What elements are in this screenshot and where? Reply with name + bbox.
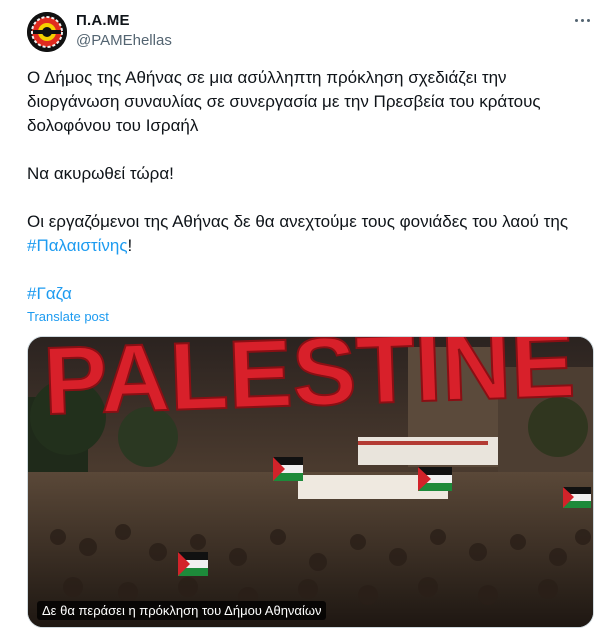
author-avatar[interactable] [27, 12, 67, 52]
tweet-paragraph-3-text: Οι εργαζόμενοι της Αθήνας δε θα ανεχτούμ… [27, 212, 573, 231]
author-handle[interactable]: @PAMEhellas [76, 32, 172, 49]
tweet-media-image[interactable]: PALESTINE [27, 336, 594, 628]
protest-photo: PALESTINE [28, 337, 593, 627]
hashtag-palestine-link[interactable]: #Παλαιστίνης [27, 236, 128, 255]
author-display-name[interactable]: Π.Α.ΜΕ [76, 12, 130, 29]
tweet-paragraph-3-end: ! [127, 236, 133, 255]
tweet-text: Ο Δήμος της Αθήνας σε μια ασύλληπτη πρόκ… [27, 66, 592, 306]
more-horizontal-icon[interactable] [570, 8, 594, 32]
tweet-paragraph-3: Οι εργαζόμενοι της Αθήνας δε θα ανεχτούμ… [27, 210, 592, 258]
hashtag-gaza-link[interactable]: #Γαζα [27, 284, 72, 303]
tweet-paragraph-2: Να ακυρωθεί τώρα! [27, 164, 174, 183]
tweet-paragraph-1: Ο Δήμος της Αθήνας σε μια ασύλληπτη πρόκ… [27, 68, 546, 135]
translate-post-link[interactable]: Translate post [27, 309, 109, 324]
pame-logo-icon [27, 12, 67, 52]
media-caption: Δε θα περάσει η πρόκληση του Δήμου Αθηνα… [37, 601, 327, 620]
tweet: Π.Α.ΜΕ @PAMEhellas Ο Δήμος της Αθήνας σε… [0, 0, 605, 637]
